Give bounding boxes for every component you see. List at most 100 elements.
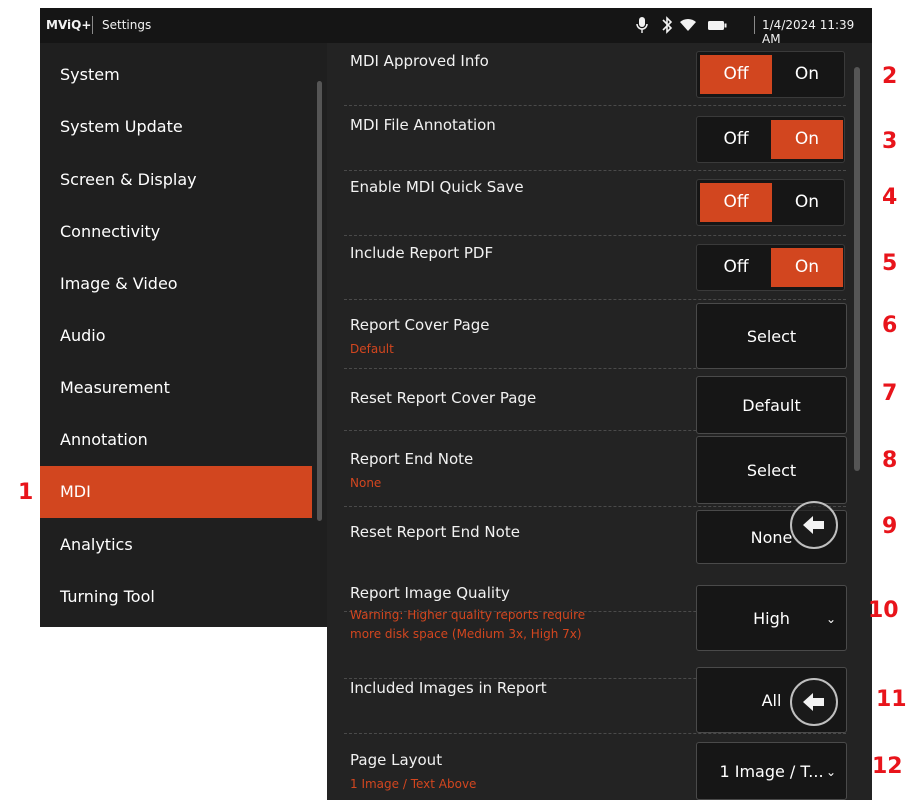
sidebar-item-label: Turning Tool [60, 587, 155, 606]
toggle-on[interactable]: On [771, 183, 843, 222]
callout-number: 8 [882, 448, 898, 473]
sidebar-item-system-update[interactable]: System Update [40, 101, 312, 153]
setting-row-page-layout: Page Layout 1 Image / Text Above 1 Image… [344, 734, 847, 800]
sidebar-item-label: Audio [60, 326, 106, 345]
mdi-quick-save-toggle[interactable]: Off On [696, 179, 845, 226]
reset-report-cover-page-button[interactable]: Default [696, 376, 847, 434]
button-label: Select [746, 461, 797, 480]
callout-number: 3 [882, 129, 898, 154]
app-name: MViQ+ [46, 18, 92, 32]
toggle-off[interactable]: Off [700, 55, 772, 94]
callout-number: 4 [882, 185, 898, 210]
page-layout-select[interactable]: 1 Image / T... ⌄ [696, 742, 847, 800]
setting-title: Reset Report Cover Page [350, 389, 537, 407]
mdi-file-annotation-toggle[interactable]: Off On [696, 116, 845, 163]
sidebar-item-annotation[interactable]: Annotation [40, 414, 312, 466]
sidebar-item-image-video[interactable]: Image & Video [40, 258, 312, 310]
setting-row-included-images: Included Images in Report All [344, 653, 847, 734]
toggle-on[interactable]: On [771, 55, 843, 94]
select-value: 1 Image / T... [719, 762, 824, 781]
bluetooth-icon [662, 16, 673, 34]
chevron-down-icon: ⌄ [825, 612, 836, 626]
sidebar-item-label: Connectivity [60, 222, 161, 241]
sidebar-scrollbar[interactable] [317, 81, 322, 521]
arrow-left-icon [803, 693, 824, 711]
setting-title: Include Report PDF [350, 244, 494, 262]
callout-number: 6 [882, 313, 898, 338]
status-bar: MViQ+ Settings 1/4/2024 11:39 AM [40, 8, 872, 46]
callout-number: 11 [876, 687, 907, 712]
sidebar-item-measurement[interactable]: Measurement [40, 362, 312, 414]
setting-subtitle: more disk space (Medium 3x, High 7x) [350, 627, 582, 641]
mdi-approved-info-toggle[interactable]: Off On [696, 51, 845, 98]
page-title: Settings [102, 18, 152, 32]
setting-title: Report Cover Page [350, 316, 490, 334]
setting-title: MDI File Annotation [350, 116, 496, 134]
arrow-left-icon [803, 516, 824, 534]
setting-title: Enable MDI Quick Save [350, 178, 524, 196]
divider [754, 16, 755, 34]
sidebar-item-label: Measurement [60, 378, 170, 397]
callout-number: 1 [18, 480, 34, 505]
divider [92, 16, 93, 34]
setting-row-mdi-file-annotation: MDI File Annotation Off On [344, 106, 846, 171]
sidebar-item-audio[interactable]: Audio [40, 310, 312, 362]
select-value: High [753, 609, 790, 628]
sidebar-item-connectivity[interactable]: Connectivity [40, 206, 312, 258]
setting-subtitle: None [350, 476, 382, 490]
setting-row-report-end-note: Report End Note None Select [344, 431, 847, 507]
setting-title: Report End Note [350, 450, 474, 468]
toggle-off[interactable]: Off [700, 183, 772, 222]
include-report-pdf-toggle[interactable]: Off On [696, 244, 845, 291]
toggle-off[interactable]: Off [700, 248, 772, 287]
sidebar-item-label: Screen & Display [60, 170, 197, 189]
settings-scrollbar[interactable] [854, 67, 860, 471]
report-end-note-select-button[interactable]: Select [696, 436, 847, 504]
sidebar-item-label: Annotation [60, 430, 148, 449]
wifi-icon [680, 18, 696, 31]
sidebar-item-label: Image & Video [60, 274, 178, 293]
sidebar-item-label: MDI [60, 482, 91, 501]
setting-row-mdi-approved-info: MDI Approved Info Off On [344, 43, 846, 106]
callout-number: 7 [882, 381, 898, 406]
report-cover-page-select-button[interactable]: Select [696, 303, 847, 369]
toggle-on[interactable]: On [771, 248, 843, 287]
toggle-on[interactable]: On [771, 120, 843, 159]
setting-row-include-report-pdf: Include Report PDF Off On [344, 236, 846, 300]
toggle-off[interactable]: Off [700, 120, 772, 159]
setting-subtitle: 1 Image / Text Above [350, 777, 477, 791]
settings-sidebar: System System Update Screen & Display Co… [40, 43, 327, 627]
setting-row-mdi-quick-save: Enable MDI Quick Save Off On [344, 171, 846, 236]
chevron-down-icon: ⌄ [825, 765, 836, 779]
sidebar-item-label: Analytics [60, 535, 133, 554]
back-button[interactable] [790, 678, 838, 726]
back-button[interactable] [790, 501, 838, 549]
battery-icon [708, 21, 727, 30]
status-icons [636, 15, 744, 35]
button-label: Select [746, 327, 797, 346]
sidebar-item-turning-tool[interactable]: Turning Tool [40, 571, 312, 623]
sidebar-item-system[interactable]: System [40, 49, 312, 101]
sidebar-item-screen-display[interactable]: Screen & Display [40, 154, 312, 206]
setting-row-reset-report-cover-page: Reset Report Cover Page Default [344, 369, 847, 434]
setting-title: Report Image Quality [350, 584, 510, 602]
callout-number: 10 [868, 598, 899, 623]
microphone-icon [636, 17, 648, 33]
callout-number: 5 [882, 251, 898, 276]
button-label: Default [742, 396, 801, 415]
setting-title: MDI Approved Info [350, 52, 489, 70]
mdi-settings-panel: MDI Approved Info Off On MDI File Annota… [327, 43, 872, 800]
sidebar-item-analytics[interactable]: Analytics [40, 519, 312, 571]
callout-number: 9 [882, 514, 898, 539]
setting-title: Reset Report End Note [350, 523, 520, 541]
setting-title: Included Images in Report [350, 679, 547, 697]
callout-number: 12 [872, 754, 903, 779]
callout-number: 2 [882, 64, 898, 89]
setting-title: Page Layout [350, 751, 443, 769]
sidebar-item-label: System Update [60, 117, 183, 136]
sidebar-item-mdi[interactable]: MDI [40, 466, 312, 518]
sidebar-item-label: System [60, 65, 120, 84]
clock: 1/4/2024 11:39 AM [762, 18, 855, 46]
report-image-quality-select[interactable]: High ⌄ [696, 585, 847, 651]
setting-row-report-cover-page: Report Cover Page Default Select [344, 300, 847, 369]
